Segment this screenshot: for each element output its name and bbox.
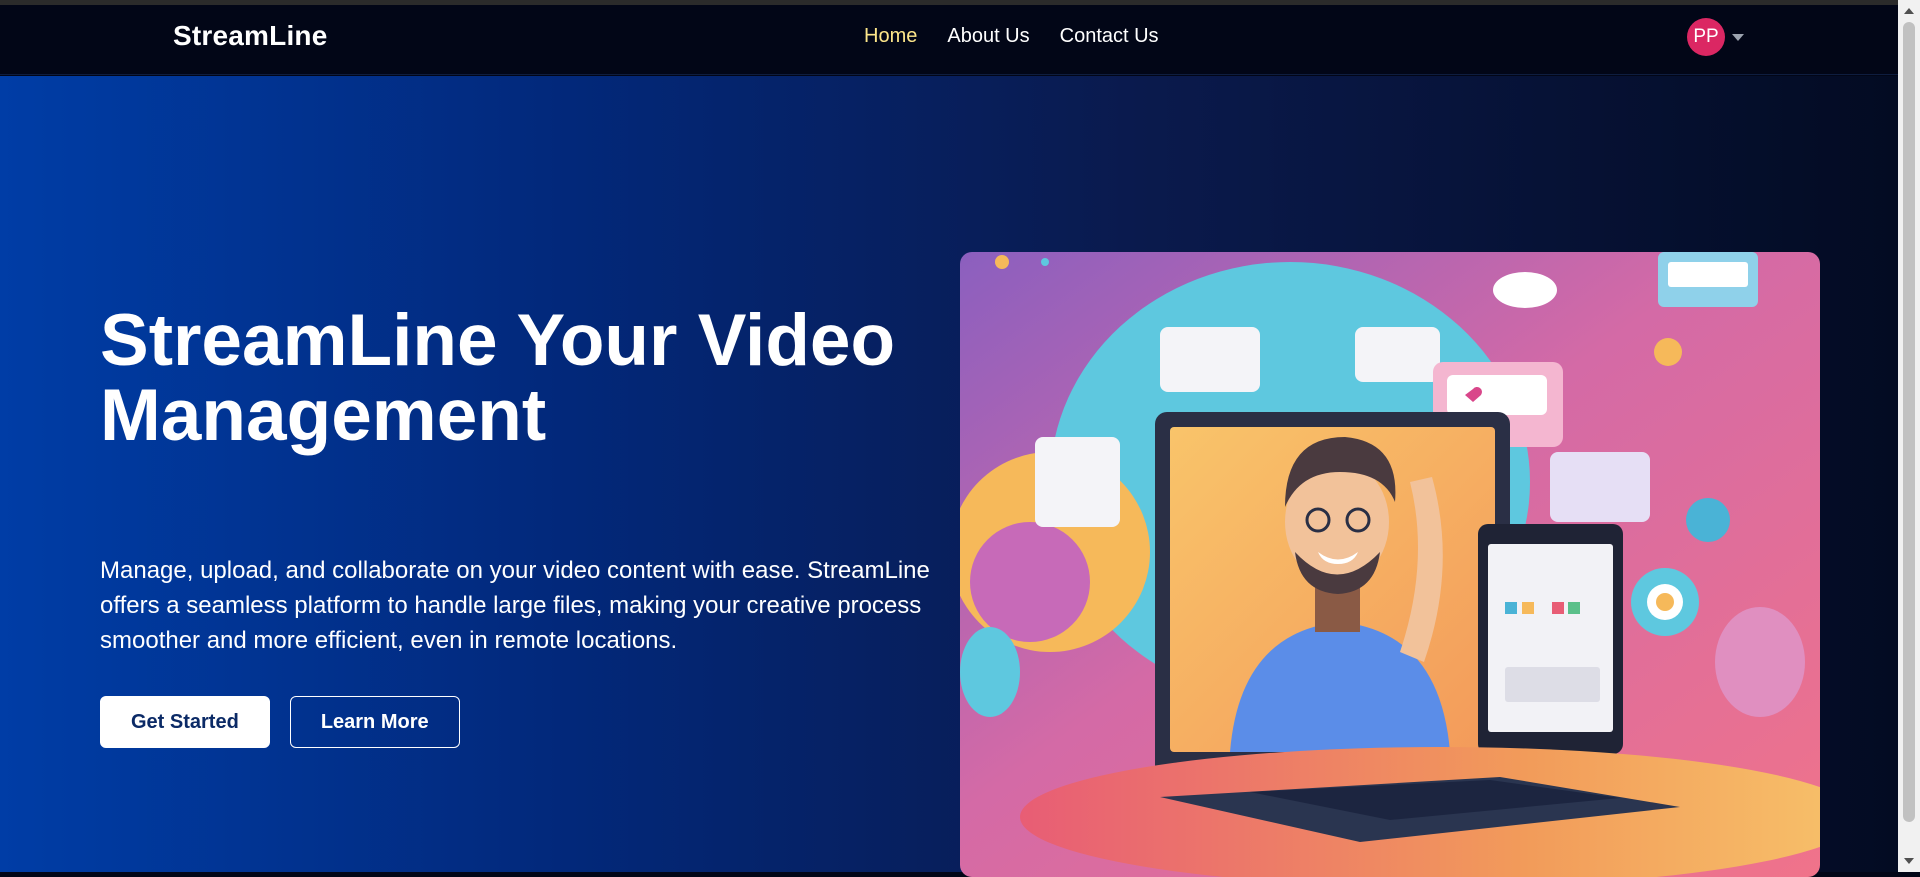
user-menu[interactable]: PP <box>1687 18 1744 56</box>
page-scrollbar[interactable] <box>1898 0 1920 872</box>
nav-link-about-us[interactable]: About Us <box>947 25 1029 48</box>
scroll-up-icon[interactable] <box>1904 8 1914 14</box>
navbar: StreamLine Home About Us Contact Us PP <box>0 5 1898 75</box>
scroll-thumb[interactable] <box>1903 22 1915 822</box>
video-creator-illustration <box>960 252 1820 877</box>
brand-logo[interactable]: StreamLine <box>173 20 328 52</box>
cta-buttons: Get Started Learn More <box>100 696 460 748</box>
hero-illustration <box>960 252 1820 877</box>
nav-links: Home About Us Contact Us <box>864 25 1159 48</box>
hero-description: Manage, upload, and collaborate on your … <box>100 557 930 654</box>
get-started-button[interactable]: Get Started <box>100 696 270 748</box>
chevron-down-icon[interactable] <box>1732 33 1744 41</box>
hero-section: StreamLine Your Video Management Manage,… <box>0 76 1898 877</box>
learn-more-button[interactable]: Learn More <box>289 696 460 748</box>
nav-link-contact-us[interactable]: Contact Us <box>1060 25 1159 48</box>
avatar[interactable]: PP <box>1687 18 1725 56</box>
scroll-down-icon[interactable] <box>1904 858 1914 864</box>
hero-title: StreamLine Your Video Management <box>100 300 896 456</box>
nav-link-home[interactable]: Home <box>864 25 917 48</box>
